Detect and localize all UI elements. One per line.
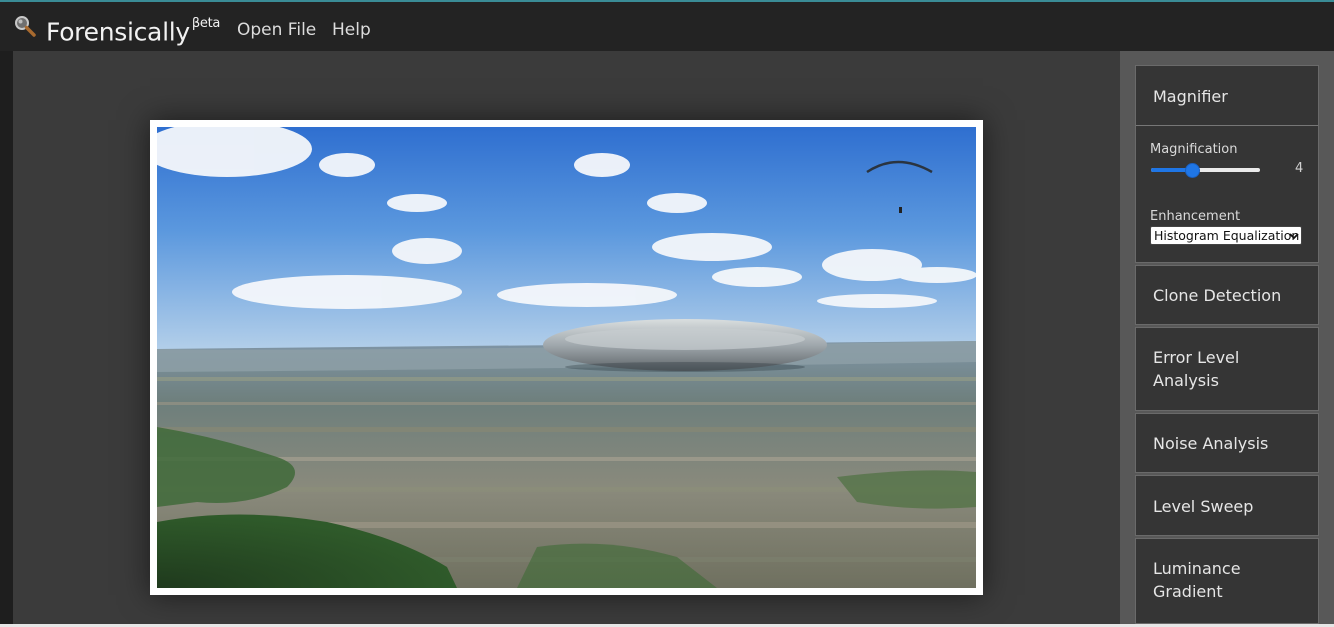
magnifying-glass-icon bbox=[15, 16, 36, 37]
tool-clone-detection-label: Clone Detection bbox=[1153, 286, 1282, 305]
image-workspace[interactable] bbox=[13, 51, 1120, 627]
magnification-value: 4 bbox=[1295, 161, 1304, 176]
app-title-text: Forensically bbox=[46, 17, 190, 47]
enhancement-label: Enhancement bbox=[1150, 209, 1241, 224]
chevron-down-icon bbox=[1289, 233, 1299, 240]
magnifier-title[interactable]: Magnifier bbox=[1153, 85, 1228, 108]
beta-badge: βeta bbox=[191, 16, 221, 31]
tool-clone-detection[interactable]: Clone Detection bbox=[1135, 265, 1319, 325]
magnifier-panel: Magnifier Magnification 4 Enhancement Hi… bbox=[1135, 65, 1319, 263]
left-edge bbox=[0, 51, 13, 627]
tool-level-sweep-label: Level Sweep bbox=[1153, 497, 1254, 516]
tool-error-level-analysis[interactable]: Error Level Analysis bbox=[1135, 327, 1319, 411]
tool-level-sweep[interactable]: Level Sweep bbox=[1135, 475, 1319, 536]
tool-sidebar: Magnifier Magnification 4 Enhancement Hi… bbox=[1120, 51, 1334, 627]
magnification-slider[interactable] bbox=[1151, 163, 1260, 178]
enhancement-select[interactable]: Histogram Equalization bbox=[1150, 226, 1302, 245]
tool-luminance-gradient[interactable]: Luminance Gradient bbox=[1135, 538, 1319, 624]
tool-noise-analysis[interactable]: Noise Analysis bbox=[1135, 413, 1319, 473]
magnifier-settings: Magnification 4 Enhancement Histogram Eq… bbox=[1136, 125, 1318, 262]
menu-help[interactable]: Help bbox=[332, 20, 371, 40]
app-header: Forensically βeta Open File Help bbox=[0, 2, 1334, 51]
magnification-label: Magnification bbox=[1150, 142, 1238, 157]
tool-error-level-analysis-label: Error Level Analysis bbox=[1153, 348, 1240, 390]
tool-luminance-gradient-label: Luminance Gradient bbox=[1153, 559, 1241, 601]
app-title: Forensically βeta bbox=[46, 13, 220, 47]
magnification-slider-thumb[interactable] bbox=[1185, 163, 1200, 178]
image-frame bbox=[150, 120, 983, 595]
analyzed-photo[interactable] bbox=[157, 127, 976, 588]
enhancement-selected-value: Histogram Equalization bbox=[1154, 228, 1300, 243]
menu-open-file[interactable]: Open File bbox=[237, 20, 316, 40]
tool-noise-analysis-label: Noise Analysis bbox=[1153, 434, 1269, 453]
